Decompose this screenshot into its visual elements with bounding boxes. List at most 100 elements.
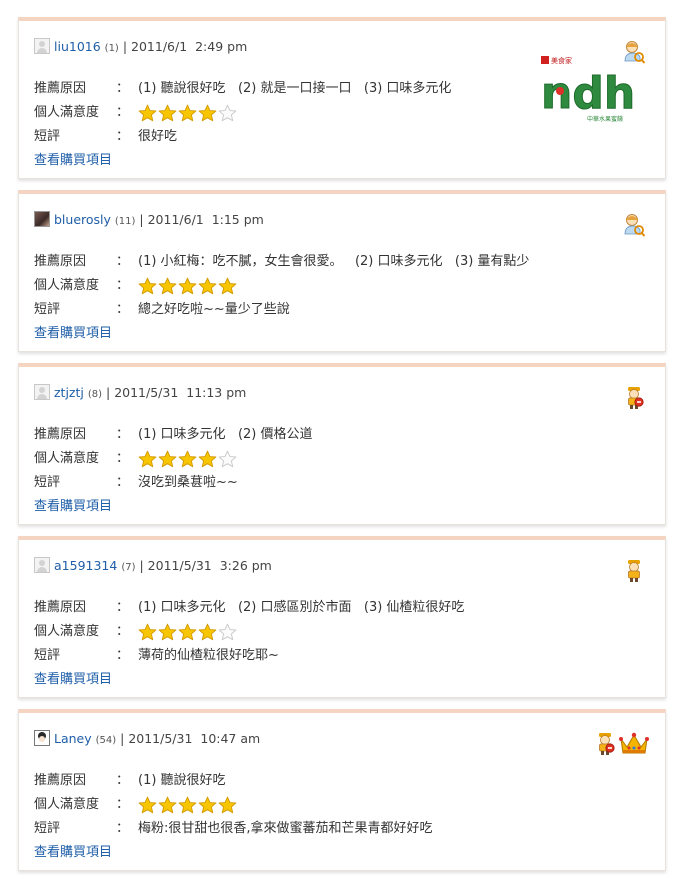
review-card: ztjztj (8) | 2011/5/31 11:13 pm 推薦原因 ： (1) … [18,363,666,525]
review-datetime: | 2011/5/31 11:13 pm [106,385,247,400]
brand-caption: 中華水果蜜餞 [587,115,623,123]
user-avatar[interactable] [34,384,50,400]
row-label: 推薦原因 [34,773,87,788]
row-label: 推薦原因 [34,81,87,96]
crown-icon[interactable] [619,731,649,757]
row-colon: ： [116,600,130,615]
star-rating [138,450,237,469]
reason-value: (1) 口味多元化 (2) 口感區別於市面 (3) 仙楂粒很好吃 [138,600,465,615]
username-link[interactable]: ztjztj [54,385,84,400]
star-filled-icon [138,104,157,122]
star-rating [138,623,237,642]
review-datetime: | 2011/5/31 3:26 pm [139,558,272,573]
row-colon: ： [116,427,130,442]
view-purchase-items-link[interactable]: 查看購買項目 [34,149,112,168]
star-rating [138,104,237,123]
review-count: (7) [121,562,136,573]
comment-value: 梅粉:很甘甜也很香,拿來做蜜蕃茄和芒果青都好好吃 [138,821,433,836]
reason-value: (1) 聽說很好吃 (2) 就是一口接一口 (3) 口味多元化 [138,81,452,96]
courier-red-badge-icon[interactable] [622,385,646,411]
brand-logo: 美食家 ndh 中華水果蜜餞 [539,53,645,125]
review-header: liu1016 (1) | 2011/6/1 2:49 pm [34,38,247,56]
courier-badge-icon[interactable] [622,558,646,584]
row-colon: ： [116,648,130,663]
review-header: a1591314 (7) | 2011/5/31 3:26 pm [34,557,272,575]
user-avatar[interactable] [34,557,50,573]
comment-value: 沒吃到桑葚啦~~ [138,475,238,490]
row-label: 推薦原因 [34,254,87,269]
row-colon: ： [116,624,130,639]
row-label: 短評 [34,648,61,663]
row-label: 個人滿意度 [34,105,100,120]
star-empty-icon [218,450,237,468]
row-colon: ： [116,254,130,269]
star-filled-icon [158,796,177,814]
username-link[interactable]: a1591314 [54,558,117,573]
review-card: Laney (54) | 2011/5/31 10:47 am 推薦原因 ： (1) … [18,709,666,871]
row-label: 短評 [34,821,61,836]
star-filled-icon [158,277,177,295]
row-colon: ： [116,81,130,96]
star-rating [138,796,237,815]
row-colon: ： [116,773,130,788]
row-label: 個人滿意度 [34,624,100,639]
star-filled-icon [198,623,217,641]
row-label: 個人滿意度 [34,797,100,812]
review-card: a1591314 (7) | 2011/5/31 3:26 pm 推薦原因 ： (1)… [18,536,666,698]
star-filled-icon [198,104,217,122]
row-colon: ： [116,797,130,812]
user-avatar[interactable] [34,730,50,746]
row-label: 短評 [34,129,61,144]
row-colon: ： [116,105,130,120]
star-filled-icon [198,796,217,814]
star-filled-icon [178,104,197,122]
star-filled-icon [178,277,197,295]
member-search-icon[interactable] [622,212,646,238]
review-card: bluerosly (11) | 2011/6/1 1:15 pm 推薦原因 ： (1… [18,190,666,352]
star-filled-icon [158,450,177,468]
brand-wordmark: ndh [541,68,635,119]
review-datetime: | 2011/6/1 2:49 pm [122,39,248,54]
star-filled-icon [198,450,217,468]
row-colon: ： [116,475,130,490]
row-label: 短評 [34,302,61,317]
star-rating [138,277,237,296]
star-empty-icon [218,104,237,122]
row-label: 推薦原因 [34,427,87,442]
view-purchase-items-link[interactable]: 查看購買項目 [34,322,112,341]
view-purchase-items-link[interactable]: 查看購買項目 [34,841,112,860]
star-filled-icon [138,796,157,814]
user-avatar[interactable] [34,38,50,54]
reason-value: (1) 聽說很好吃 [138,773,226,788]
review-card: liu1016 (1) | 2011/6/1 2:49 pm 推薦原因 ： (1) 聽… [18,17,666,179]
row-colon: ： [116,451,130,466]
review-count: (11) [114,216,136,227]
comment-value: 薄荷的仙楂粒很好吃耶~ [138,648,279,663]
view-purchase-items-link[interactable]: 查看購買項目 [34,668,112,687]
reason-value: (1) 口味多元化 (2) 價格公道 [138,427,313,442]
view-purchase-items-link[interactable]: 查看購買項目 [34,495,112,514]
review-count: (54) [95,735,117,746]
username-link[interactable]: liu1016 [54,39,101,54]
review-header: bluerosly (11) | 2011/6/1 1:15 pm [34,211,264,229]
comment-value: 總之好吃啦~~量少了些說 [138,302,290,317]
review-datetime: | 2011/5/31 10:47 am [120,731,261,746]
star-filled-icon [218,277,237,295]
row-label: 個人滿意度 [34,278,100,293]
star-filled-icon [218,796,237,814]
star-filled-icon [198,277,217,295]
reason-value: (1) 小紅梅：吃不膩，女生會很愛。 (2) 口味多元化 (3) 量有點少 [138,254,530,269]
star-filled-icon [178,623,197,641]
row-label: 短評 [34,475,61,490]
brand-small-text: 美食家 [551,56,572,65]
star-filled-icon [158,623,177,641]
row-label: 推薦原因 [34,600,87,615]
user-avatar[interactable] [34,211,50,227]
username-link[interactable]: bluerosly [54,212,111,227]
username-link[interactable]: Laney [54,731,92,746]
review-datetime: | 2011/6/1 1:15 pm [139,212,264,227]
review-header: ztjztj (8) | 2011/5/31 11:13 pm [34,384,246,402]
comment-value: 很好吃 [138,129,178,144]
courier-red-badge-icon[interactable] [593,731,617,757]
row-colon: ： [116,278,130,293]
